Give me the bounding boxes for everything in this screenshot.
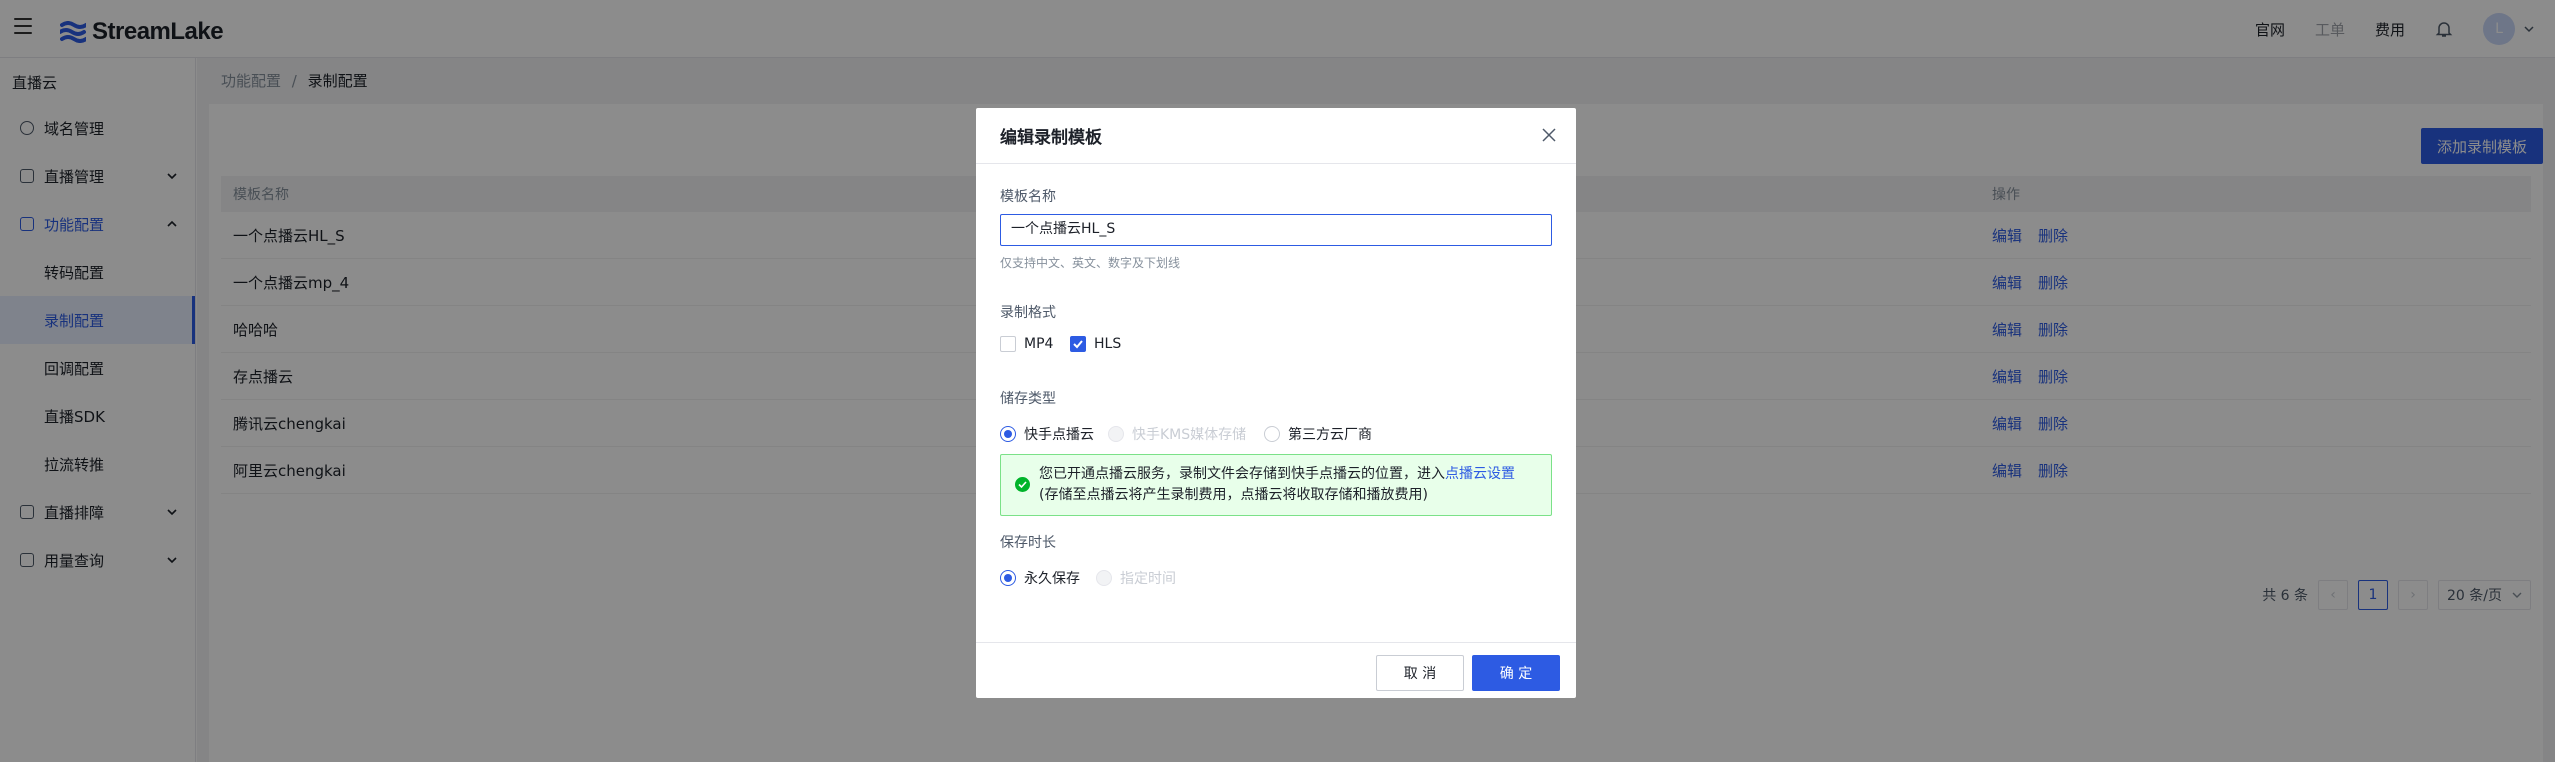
duration-option-custom[interactable]: 指定时间 [1096,568,1176,588]
radio-disabled-icon [1096,570,1112,586]
radio-disabled-icon [1108,426,1124,442]
format-hls-label: HLS [1094,336,1122,352]
check-circle-icon [1015,477,1030,492]
format-label: 录制格式 [1000,305,1056,321]
dialog-header: 编辑录制模板 [976,108,1576,164]
storage-option-label: 第三方云厂商 [1288,427,1372,443]
format-mp4-checkbox[interactable]: MP4 [1000,336,1053,352]
storage-option-kuaishou-vod[interactable]: 快手点播云 [1000,424,1094,444]
dialog-title: 编辑录制模板 [1000,128,1102,148]
checkbox-checked-icon [1070,336,1086,352]
duration-option-label: 永久保存 [1024,571,1080,587]
duration-option-forever[interactable]: 永久保存 [1000,568,1080,588]
storage-info-alert: 您已开通点播云服务，录制文件会存储到快手点播云的位置，进入点播云设置 (存储至点… [1000,454,1552,516]
duration-option-label: 指定时间 [1120,571,1176,587]
name-label: 模板名称 [1000,189,1056,205]
radio-selected-icon [1000,426,1016,442]
edit-template-dialog: 编辑录制模板 模板名称 一个点播云HL_S 仅支持中文、英文、数字及下划线 录制… [976,108,1576,698]
storage-option-label: 快手点播云 [1024,427,1094,443]
format-hls-checkbox[interactable]: HLS [1070,336,1121,352]
name-hint: 仅支持中文、英文、数字及下划线 [1000,256,1181,270]
radio-selected-icon [1000,570,1016,586]
confirm-button[interactable]: 确 定 [1472,655,1560,691]
dialog-footer: 取 消 确 定 [976,642,1576,698]
storage-option-label: 快手KMS媒体存储 [1132,427,1247,443]
cancel-button[interactable]: 取 消 [1376,655,1464,691]
vod-settings-link[interactable]: 点播云设置 [1445,466,1515,482]
alert-note: (存储至点播云将产生录制费用，点播云将收取存储和播放费用) [1039,487,1428,503]
duration-label: 保存时长 [1000,535,1056,551]
storage-option-third-party[interactable]: 第三方云厂商 [1264,424,1372,444]
format-mp4-label: MP4 [1024,336,1054,352]
template-name-input[interactable]: 一个点播云HL_S [1000,214,1552,246]
storage-label: 储存类型 [1000,391,1056,407]
storage-option-kms[interactable]: 快手KMS媒体存储 [1108,424,1246,444]
radio-icon [1264,426,1280,442]
close-icon[interactable] [1542,128,1556,142]
alert-text: 您已开通点播云服务，录制文件会存储到快手点播云的位置，进入 [1039,466,1445,482]
checkbox-icon [1000,336,1016,352]
